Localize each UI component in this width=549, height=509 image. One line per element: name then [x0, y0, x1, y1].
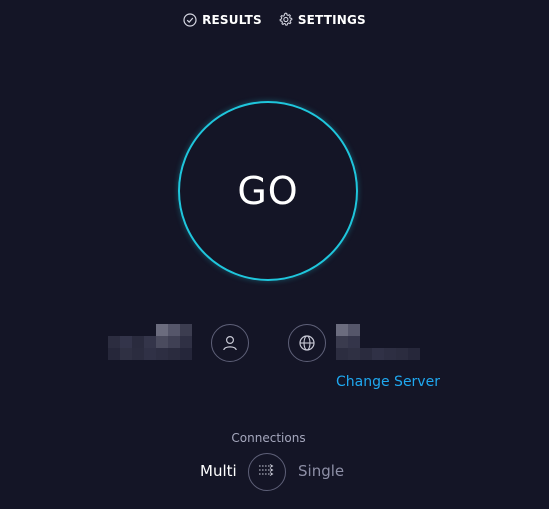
connections-label: Connections [231, 431, 306, 445]
go-label: GO [237, 169, 299, 213]
settings-label: SETTINGS [297, 12, 366, 27]
results-link[interactable]: RESULTS [183, 12, 262, 27]
connection-option-multi[interactable]: Multi [200, 462, 237, 480]
user-icon [221, 334, 239, 352]
provider-name-redacted [108, 324, 204, 360]
change-server-link[interactable]: Change Server [336, 374, 440, 390]
provider-icon-button[interactable] [211, 324, 249, 362]
go-button[interactable]: GO [178, 101, 358, 281]
results-label: RESULTS [202, 12, 262, 27]
top-nav: RESULTS SETTINGS [0, 12, 549, 27]
settings-link[interactable]: SETTINGS [278, 12, 366, 27]
connections-toggle[interactable] [248, 453, 286, 491]
connection-option-single[interactable]: Single [298, 462, 344, 480]
multi-connection-arrows-icon [257, 461, 277, 483]
gear-icon [278, 12, 293, 27]
globe-icon [298, 334, 316, 352]
server-icon-button[interactable] [288, 324, 326, 362]
check-circle-icon [183, 12, 197, 27]
server-name-redacted [336, 324, 420, 360]
